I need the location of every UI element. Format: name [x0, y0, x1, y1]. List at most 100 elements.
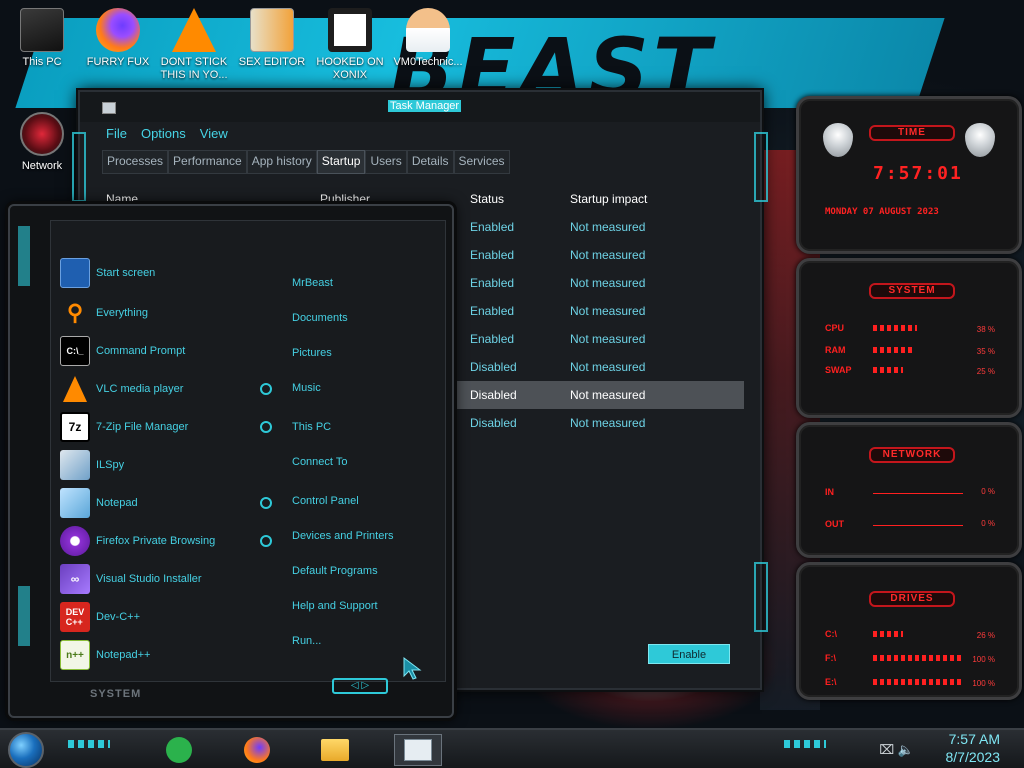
time-gadget: TIME 7:57:01 MONDAY 07 AUGUST 2023: [796, 96, 1022, 254]
program-label: Firefox Private Browsing: [96, 535, 216, 547]
place-music[interactable]: Music: [292, 382, 321, 394]
place-default-programs[interactable]: Default Programs: [292, 565, 378, 577]
gadget-title: SYSTEM: [869, 283, 955, 299]
program-devcpp[interactable]: DEV C++ Dev-C++: [60, 600, 140, 634]
taskbar-app-feedly[interactable]: [162, 734, 196, 766]
place-connect-to[interactable]: Connect To: [292, 456, 347, 468]
place-run[interactable]: Run...: [292, 635, 321, 647]
program-command-prompt[interactable]: C:\_ Command Prompt: [60, 334, 185, 368]
this-pc-icon: [20, 8, 64, 52]
table-row[interactable]: Disabled Not measured: [456, 409, 744, 437]
desktop-icon-furry-fux[interactable]: FURRY FUX: [76, 8, 160, 69]
table-row[interactable]: Enabled Not measured: [456, 325, 744, 353]
doctor-icon: [406, 8, 450, 52]
table-row[interactable]: Enabled Not measured: [456, 297, 744, 325]
place-help-and-support[interactable]: Help and Support: [292, 600, 378, 612]
alien-logo-icon: [823, 123, 853, 157]
tab-processes[interactable]: Processes: [102, 150, 169, 174]
taskbar-app-task-manager[interactable]: [394, 734, 442, 766]
program-label: VLC media player: [96, 383, 184, 395]
net-in-value: 0 %: [981, 487, 995, 496]
place-documents[interactable]: Documents: [292, 312, 348, 324]
table-row[interactable]: Enabled Not measured: [456, 241, 744, 269]
enable-button[interactable]: Enable: [648, 644, 730, 664]
tab-app-history[interactable]: App history: [246, 150, 317, 174]
program-label: Start screen: [96, 267, 156, 279]
start-menu[interactable]: Start screen ⚲ Everything C:\_ Command P…: [8, 204, 454, 718]
desktop-icon-hooked-on-xonix[interactable]: HOOKED ON XONIX: [308, 8, 392, 82]
impact-cell: Not measured: [570, 416, 646, 430]
start-screen-icon: [60, 258, 90, 288]
network-tray-icon[interactable]: ⌧: [879, 742, 894, 757]
table-row[interactable]: Enabled Not measured: [456, 213, 744, 241]
table-row[interactable]: Enabled Not measured: [456, 269, 744, 297]
vlc-icon: [172, 8, 216, 52]
place-devices-and-printers[interactable]: Devices and Printers: [292, 530, 394, 542]
cpu-bar: [873, 325, 917, 331]
system-label: SYSTEM: [90, 688, 142, 700]
program-7zip[interactable]: 7z 7-Zip File Manager: [60, 410, 188, 444]
program-everything[interactable]: ⚲ Everything: [60, 296, 148, 330]
ilspy-icon: [60, 450, 90, 480]
hxd-editor-icon: [250, 8, 294, 52]
program-vs-installer[interactable]: ∞ Visual Studio Installer: [60, 562, 202, 596]
desktop-icon-this-pc[interactable]: This PC: [0, 8, 84, 69]
column-startup-impact[interactable]: Startup impact: [570, 192, 647, 206]
start-button[interactable]: [8, 732, 44, 768]
swap-bar: [873, 367, 903, 373]
taskbar-app-firefox[interactable]: [240, 734, 274, 766]
program-vlc[interactable]: VLC media player: [60, 372, 183, 406]
program-start-screen[interactable]: Start screen: [60, 256, 155, 290]
start-menu-nav-arrows[interactable]: ◁ ▷: [332, 678, 388, 694]
table-row[interactable]: Disabled Not measured: [456, 353, 744, 381]
gadget-title: TIME: [869, 125, 955, 141]
program-ilspy[interactable]: ILSpy: [60, 448, 124, 482]
net-in-label: IN: [825, 487, 834, 497]
tab-services[interactable]: Services: [453, 150, 510, 174]
program-firefox-private[interactable]: Firefox Private Browsing: [60, 524, 215, 558]
task-manager-titlebar[interactable]: Task Manager: [80, 92, 760, 122]
cpu-label: CPU: [825, 323, 845, 333]
drive-c-bar: [873, 631, 903, 637]
desktop-icon-label: DONT STICK THIS IN YO...: [160, 56, 228, 81]
tab-startup[interactable]: Startup: [316, 150, 366, 174]
menu-options[interactable]: Options: [141, 126, 186, 141]
vs-installer-icon: ∞: [60, 564, 90, 594]
menu-view[interactable]: View: [200, 126, 228, 141]
program-label: Notepad++: [96, 649, 151, 661]
firefox-icon: [244, 737, 270, 763]
table-row-selected[interactable]: Disabled Not measured: [456, 381, 744, 409]
place-pictures[interactable]: Pictures: [292, 347, 332, 359]
cpu-value: 38 %: [976, 325, 995, 334]
program-notepadpp[interactable]: n++ Notepad++: [60, 638, 150, 672]
desktop-icon-sex-editor[interactable]: SEX EDITOR: [230, 8, 314, 69]
volume-icon[interactable]: 🔈: [898, 742, 914, 757]
gadget-date: MONDAY 07 AUGUST 2023: [825, 207, 939, 217]
desktop-icon-dont-stick[interactable]: DONT STICK THIS IN YO...: [152, 8, 236, 82]
place-control-panel[interactable]: Control Panel: [292, 495, 359, 507]
net-out-label: OUT: [825, 519, 844, 529]
menu-file[interactable]: File: [106, 126, 127, 141]
bullet-icon: [260, 383, 272, 395]
tab-users[interactable]: Users: [365, 150, 407, 174]
taskbar-app-file-explorer[interactable]: [318, 734, 352, 766]
task-manager-tabs: Processes Performance App history Startu…: [80, 150, 760, 174]
column-status[interactable]: Status: [470, 192, 504, 206]
place-mrbeast[interactable]: MrBeast: [292, 277, 333, 289]
start-menu-edge-decoration: [18, 226, 30, 286]
file-explorer-icon: [321, 739, 349, 761]
drive-f-bar: [873, 655, 963, 661]
task-manager-icon: [404, 739, 432, 761]
frame-decoration: [72, 132, 86, 202]
gadget-title: NETWORK: [869, 447, 955, 463]
taskbar-clock[interactable]: 7:57 AM 8/7/2023: [946, 730, 1001, 766]
taskbar: ⌧ 🔈 7:57 AM 8/7/2023: [0, 728, 1024, 768]
desktop-icon-label: SEX EDITOR: [238, 56, 306, 68]
task-manager-app-icon: [102, 102, 116, 114]
tab-performance[interactable]: Performance: [168, 150, 247, 174]
program-notepad[interactable]: Notepad: [60, 486, 138, 520]
place-this-pc[interactable]: This PC: [292, 421, 331, 433]
tab-details[interactable]: Details: [406, 150, 454, 174]
impact-cell: Not measured: [570, 388, 646, 402]
desktop-icon-vm0technic[interactable]: VM0Technic...: [386, 8, 470, 69]
